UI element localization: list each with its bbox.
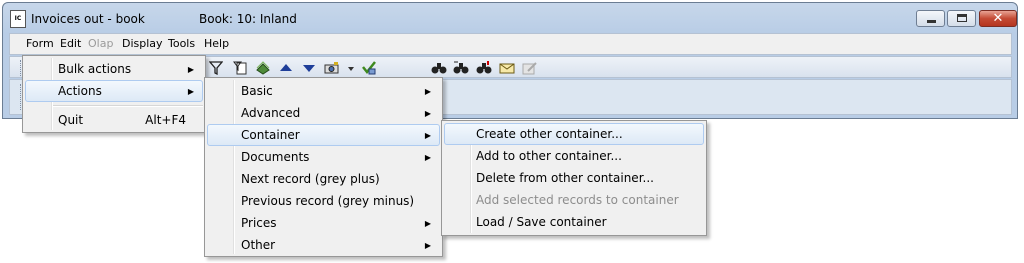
menu-item-advanced[interactable]: Advanced ▶ xyxy=(207,102,440,124)
menu-item-label: Previous record (grey minus) xyxy=(241,194,415,208)
menu-item-label: Documents xyxy=(241,150,310,164)
minimize-icon xyxy=(927,20,936,23)
close-icon: ✕ xyxy=(992,11,1004,26)
submenu-arrow-icon: ▶ xyxy=(424,87,431,96)
binoculars-mark-icon[interactable] xyxy=(476,61,492,75)
submenu-arrow-icon: ▶ xyxy=(187,65,194,74)
menu-tools[interactable]: Tools xyxy=(168,37,195,50)
menu-item-label: Actions xyxy=(58,84,102,98)
arrow-down-icon[interactable] xyxy=(301,61,317,75)
menu-display[interactable]: Display xyxy=(122,37,163,50)
menu-item-label: Add to other container... xyxy=(476,149,622,163)
filter-icon[interactable] xyxy=(208,61,224,76)
money-stack-icon[interactable] xyxy=(255,61,271,75)
submenu-arrow-icon: ▶ xyxy=(424,131,431,140)
menu-item-add-selected-records: Add selected records to container xyxy=(444,189,704,211)
menu-item-delete-from-other-container[interactable]: Delete from other container... xyxy=(444,167,704,189)
check-export-icon[interactable] xyxy=(361,61,377,75)
menu-item-prices[interactable]: Prices ▶ xyxy=(207,212,440,234)
submenu-arrow-icon: ▶ xyxy=(187,87,194,96)
menu-item-label: Next record (grey plus) xyxy=(241,172,380,186)
menu-item-documents[interactable]: Documents ▶ xyxy=(207,146,440,168)
submenu-arrow-icon: ▶ xyxy=(424,219,431,228)
menu-form[interactable]: Form xyxy=(26,37,54,50)
envelope-icon[interactable] xyxy=(499,61,515,75)
menu-item-label: Load / Save container xyxy=(476,215,607,229)
menu-item-previous-record[interactable]: Previous record (grey minus) xyxy=(207,190,440,212)
menu-item-label: Container xyxy=(241,128,300,142)
menu-edit[interactable]: Edit xyxy=(60,37,81,50)
menu-item-label: Advanced xyxy=(241,106,301,120)
menu-item-label: Bulk actions xyxy=(58,62,132,76)
menu-item-container[interactable]: Container ▶ xyxy=(207,124,440,146)
app-icon: IC xyxy=(10,10,26,28)
container-menu: Create other container... Add to other c… xyxy=(441,120,707,236)
window-title: Invoices out - book xyxy=(31,12,145,26)
title-bar[interactable]: IC Invoices out - book Book: 10: Inland … xyxy=(3,3,1017,35)
menu-item-load-save-container[interactable]: Load / Save container xyxy=(444,211,704,233)
menubar: Form Edit Olap Display Tools Help xyxy=(9,33,1012,55)
submenu-arrow-icon: ▶ xyxy=(424,153,431,162)
disabled-edit-icon[interactable] xyxy=(522,61,538,75)
menu-item-actions[interactable]: Actions ▶ xyxy=(25,80,203,102)
menu-item-next-record[interactable]: Next record (grey plus) xyxy=(207,168,440,190)
submenu-arrow-icon: ▶ xyxy=(424,241,431,250)
menu-item-label: Quit xyxy=(58,113,84,127)
menu-item-bulk-actions[interactable]: Bulk actions ▶ xyxy=(25,58,203,80)
menu-item-label: Delete from other container... xyxy=(476,171,654,185)
binoculars-icon[interactable] xyxy=(431,61,447,75)
camera-icon[interactable] xyxy=(324,61,340,75)
maximize-button[interactable] xyxy=(947,10,976,27)
filter-document-icon[interactable] xyxy=(232,61,248,75)
menu-separator xyxy=(53,105,203,107)
form-menu: Bulk actions ▶ Actions ▶ Quit Alt+F4 xyxy=(22,55,206,133)
actions-menu: Basic ▶ Advanced ▶ Container ▶ Documents… xyxy=(204,77,443,257)
menu-item-other[interactable]: Other ▶ xyxy=(207,234,440,256)
menu-help[interactable]: Help xyxy=(204,37,229,50)
submenu-arrow-icon: ▶ xyxy=(424,109,431,118)
menu-item-label: Add selected records to container xyxy=(476,193,679,207)
menu-item-quit[interactable]: Quit Alt+F4 xyxy=(25,109,203,131)
maximize-icon xyxy=(957,14,967,22)
menu-item-add-to-other-container[interactable]: Add to other container... xyxy=(444,145,704,167)
menu-item-label: Prices xyxy=(241,216,277,230)
menu-item-label: Other xyxy=(241,238,276,252)
book-title: Book: 10: Inland xyxy=(199,12,297,26)
menu-item-label: Basic xyxy=(241,84,273,98)
menu-item-shortcut: Alt+F4 xyxy=(145,113,186,127)
menu-item-basic[interactable]: Basic ▶ xyxy=(207,80,440,102)
dropdown-arrow-icon[interactable] xyxy=(343,61,359,75)
menu-item-label: Create other container... xyxy=(476,127,623,141)
menu-item-create-other-container[interactable]: Create other container... xyxy=(444,123,704,145)
menu-olap[interactable]: Olap xyxy=(88,37,113,50)
close-button[interactable]: ✕ xyxy=(979,10,1017,27)
arrow-up-icon[interactable] xyxy=(278,61,294,75)
minimize-button[interactable] xyxy=(916,10,945,27)
binoculars-next-icon[interactable] xyxy=(453,61,469,75)
